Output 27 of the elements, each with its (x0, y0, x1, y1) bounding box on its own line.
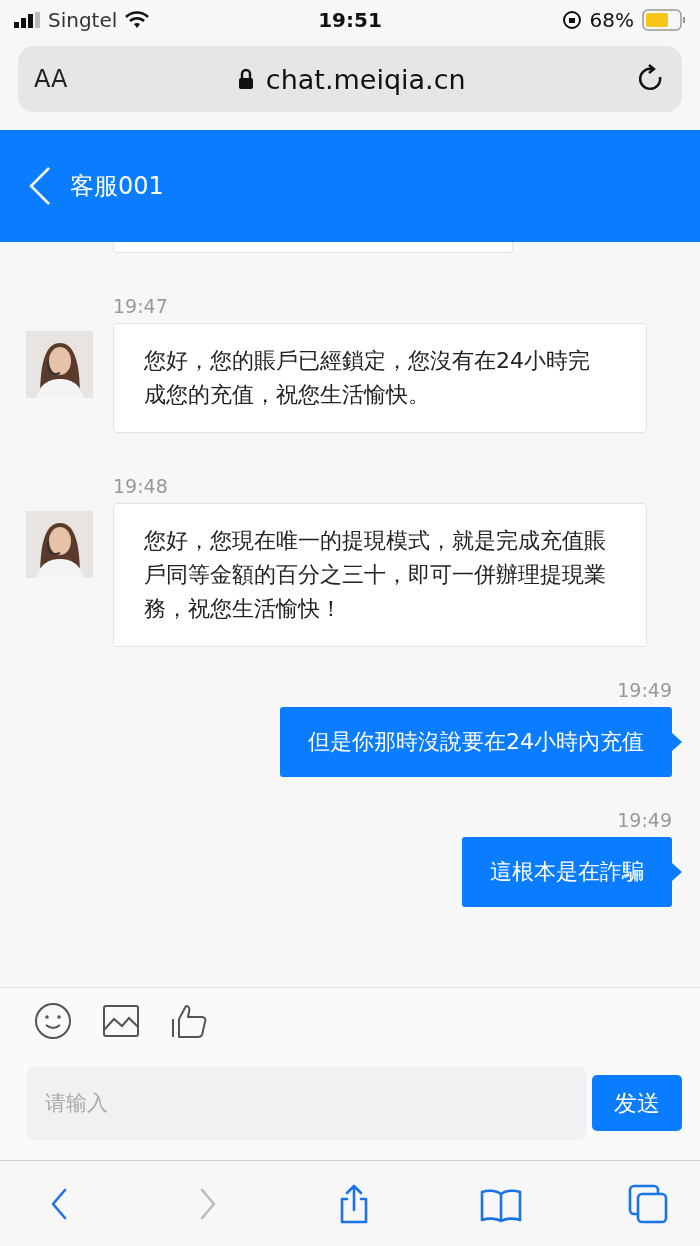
bubble-tail (672, 863, 682, 881)
url-text[interactable]: chat.meiqia.cn (265, 63, 466, 95)
signal-icon (14, 12, 40, 28)
message-time: 19:49 (617, 809, 672, 831)
text-size-button[interactable]: AA (34, 65, 68, 93)
bubble-tail (672, 733, 682, 751)
emoji-icon[interactable] (34, 1002, 72, 1040)
battery-icon (642, 9, 686, 31)
clock-time: 19:51 (318, 8, 382, 32)
chat-title: 客服001 (70, 171, 164, 202)
message-bubble: 但是你那時沒說要在24小時內充值 (280, 707, 672, 777)
message-time: 19:47 (113, 295, 168, 317)
lock-icon (237, 68, 254, 90)
message-time: 19:49 (617, 679, 672, 701)
message-bubble: 這根本是在詐騙 (462, 837, 672, 907)
rotation-lock-icon (561, 10, 582, 30)
send-button[interactable]: 发送 (592, 1075, 682, 1131)
battery-percent: 68% (589, 8, 634, 32)
message-bubble: 您好，您現在唯一的提現模式，就是完成充值賬戶同等金額的百分之三十，即可一併辦理提現業務，祝您生活愉快！ (113, 503, 647, 647)
back-icon[interactable] (28, 166, 52, 206)
thumbs-up-icon[interactable] (170, 1002, 208, 1040)
carrier-name: Singtel (48, 8, 118, 32)
wifi-icon (125, 11, 150, 29)
message-bubble: 您好，您的賬戶已經鎖定，您沒有在24小時完成您的充值，祝您生活愉快。 (113, 323, 647, 433)
message-input[interactable]: 请输入 (27, 1066, 586, 1140)
message-time: 19:48 (113, 475, 168, 497)
image-icon[interactable] (102, 1004, 140, 1038)
